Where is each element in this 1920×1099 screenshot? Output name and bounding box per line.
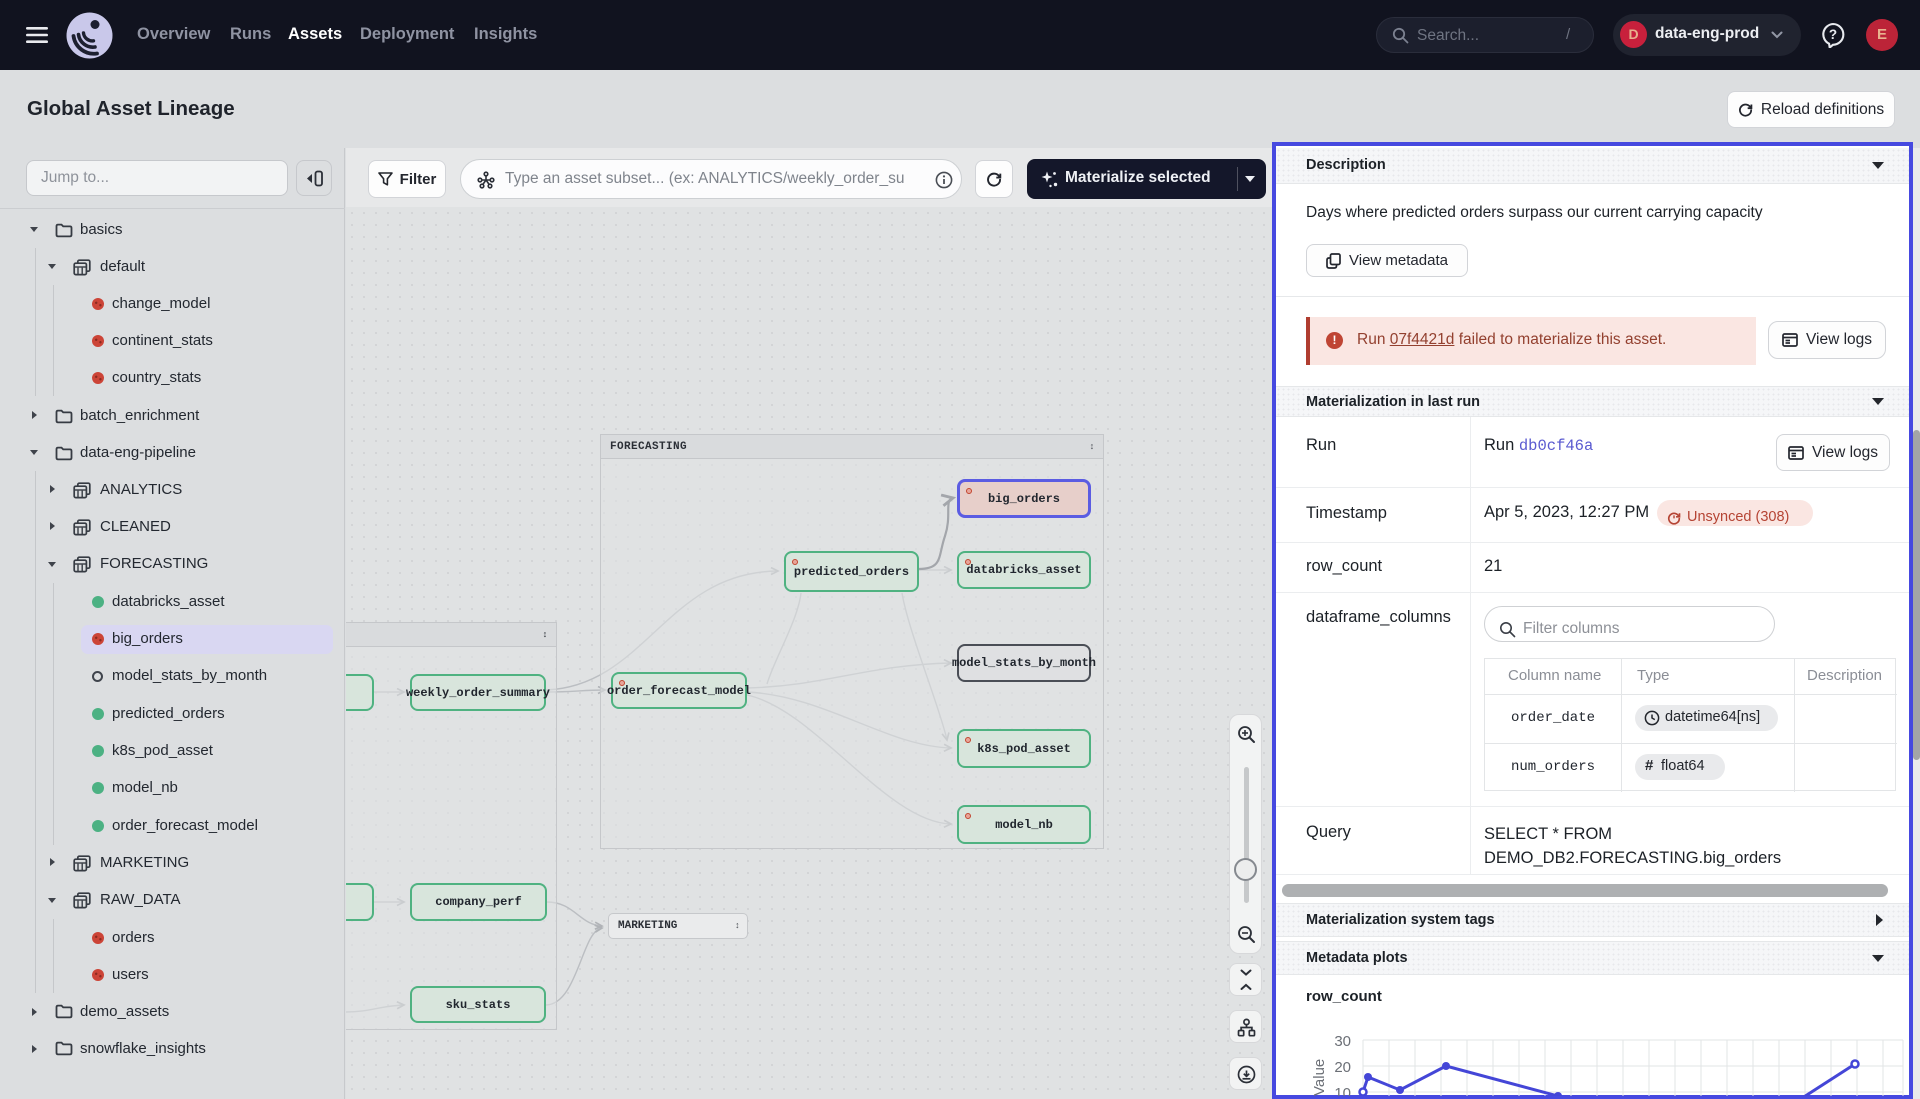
svg-text:20: 20 [1334, 1059, 1351, 1076]
svg-text:?: ? [1829, 27, 1837, 42]
svg-text:Value: Value [1311, 1059, 1328, 1096]
svg-text:30: 30 [1334, 1033, 1351, 1050]
svg-text:10: 10 [1334, 1085, 1351, 1096]
